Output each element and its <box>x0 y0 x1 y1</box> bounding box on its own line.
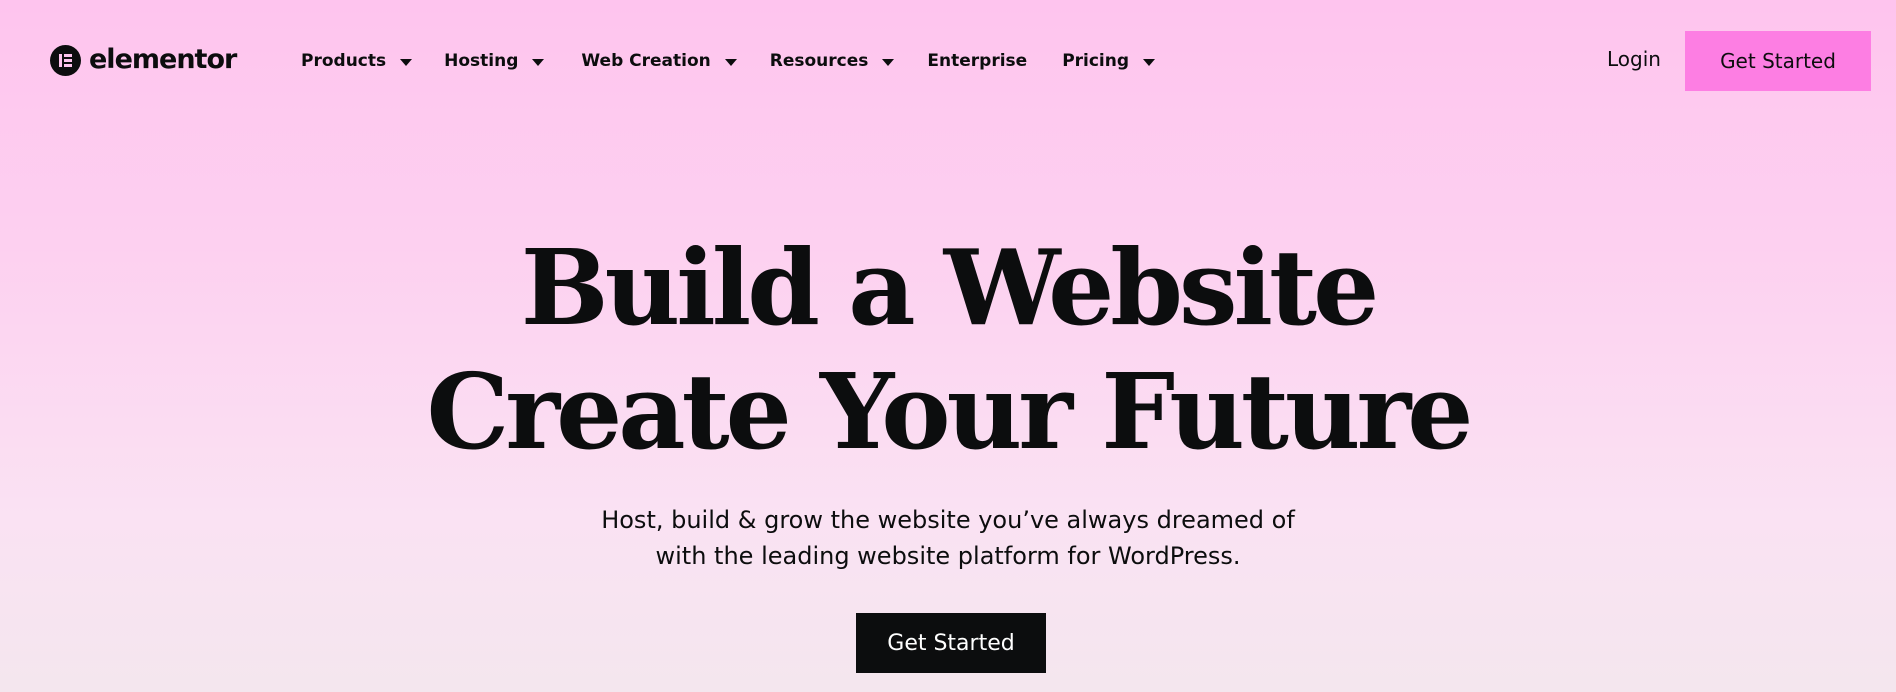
elementor-logo[interactable]: elementor <box>50 43 237 77</box>
chevron-down-icon <box>882 58 895 66</box>
nav-item-web-creation[interactable]: Web Creation <box>581 51 737 71</box>
hero-subtitle-line-2: with the leading website platform for Wo… <box>655 542 1241 570</box>
nav-item-pricing[interactable]: Pricing <box>1062 51 1156 71</box>
main-nav: Products Hosting Web Creation Resources … <box>301 46 1156 76</box>
nav-item-resources[interactable]: Resources <box>770 51 895 71</box>
hero-title: Build a Website Create Your Future <box>0 226 1896 474</box>
chevron-down-icon <box>532 58 545 66</box>
chevron-down-icon <box>400 58 413 66</box>
elementor-logo-icon <box>50 44 81 76</box>
hero-get-started-button[interactable]: Get Started <box>856 613 1046 673</box>
header-get-started-button[interactable]: Get Started <box>1685 31 1871 91</box>
header-get-started-label: Get Started <box>1720 49 1836 73</box>
nav-item-products[interactable]: Products <box>301 51 413 71</box>
chevron-down-icon <box>724 58 737 66</box>
nav-item-label: Pricing <box>1062 51 1130 71</box>
login-link[interactable]: Login <box>1607 47 1661 71</box>
hero-subtitle-line-1: Host, build & grow the website you’ve al… <box>601 506 1295 534</box>
nav-item-hosting[interactable]: Hosting <box>444 51 545 71</box>
site-header: elementor Products Hosting Web Creation … <box>0 0 1896 122</box>
nav-item-label: Web Creation <box>581 51 711 71</box>
hero-title-line-2: Create Your Future <box>426 350 1474 473</box>
logo-wordmark: elementor <box>89 44 237 75</box>
nav-item-label: Enterprise <box>927 51 1028 71</box>
nav-item-label: Hosting <box>444 51 519 71</box>
hero-get-started-label: Get Started <box>887 630 1015 656</box>
hero-subtitle: Host, build & grow the website you’ve al… <box>0 502 1896 574</box>
nav-item-enterprise[interactable]: Enterprise <box>927 51 1027 71</box>
nav-item-label: Products <box>301 51 387 71</box>
chevron-down-icon <box>1143 58 1156 66</box>
hero-title-line-1: Build a Website <box>520 226 1380 349</box>
nav-item-label: Resources <box>769 51 869 71</box>
